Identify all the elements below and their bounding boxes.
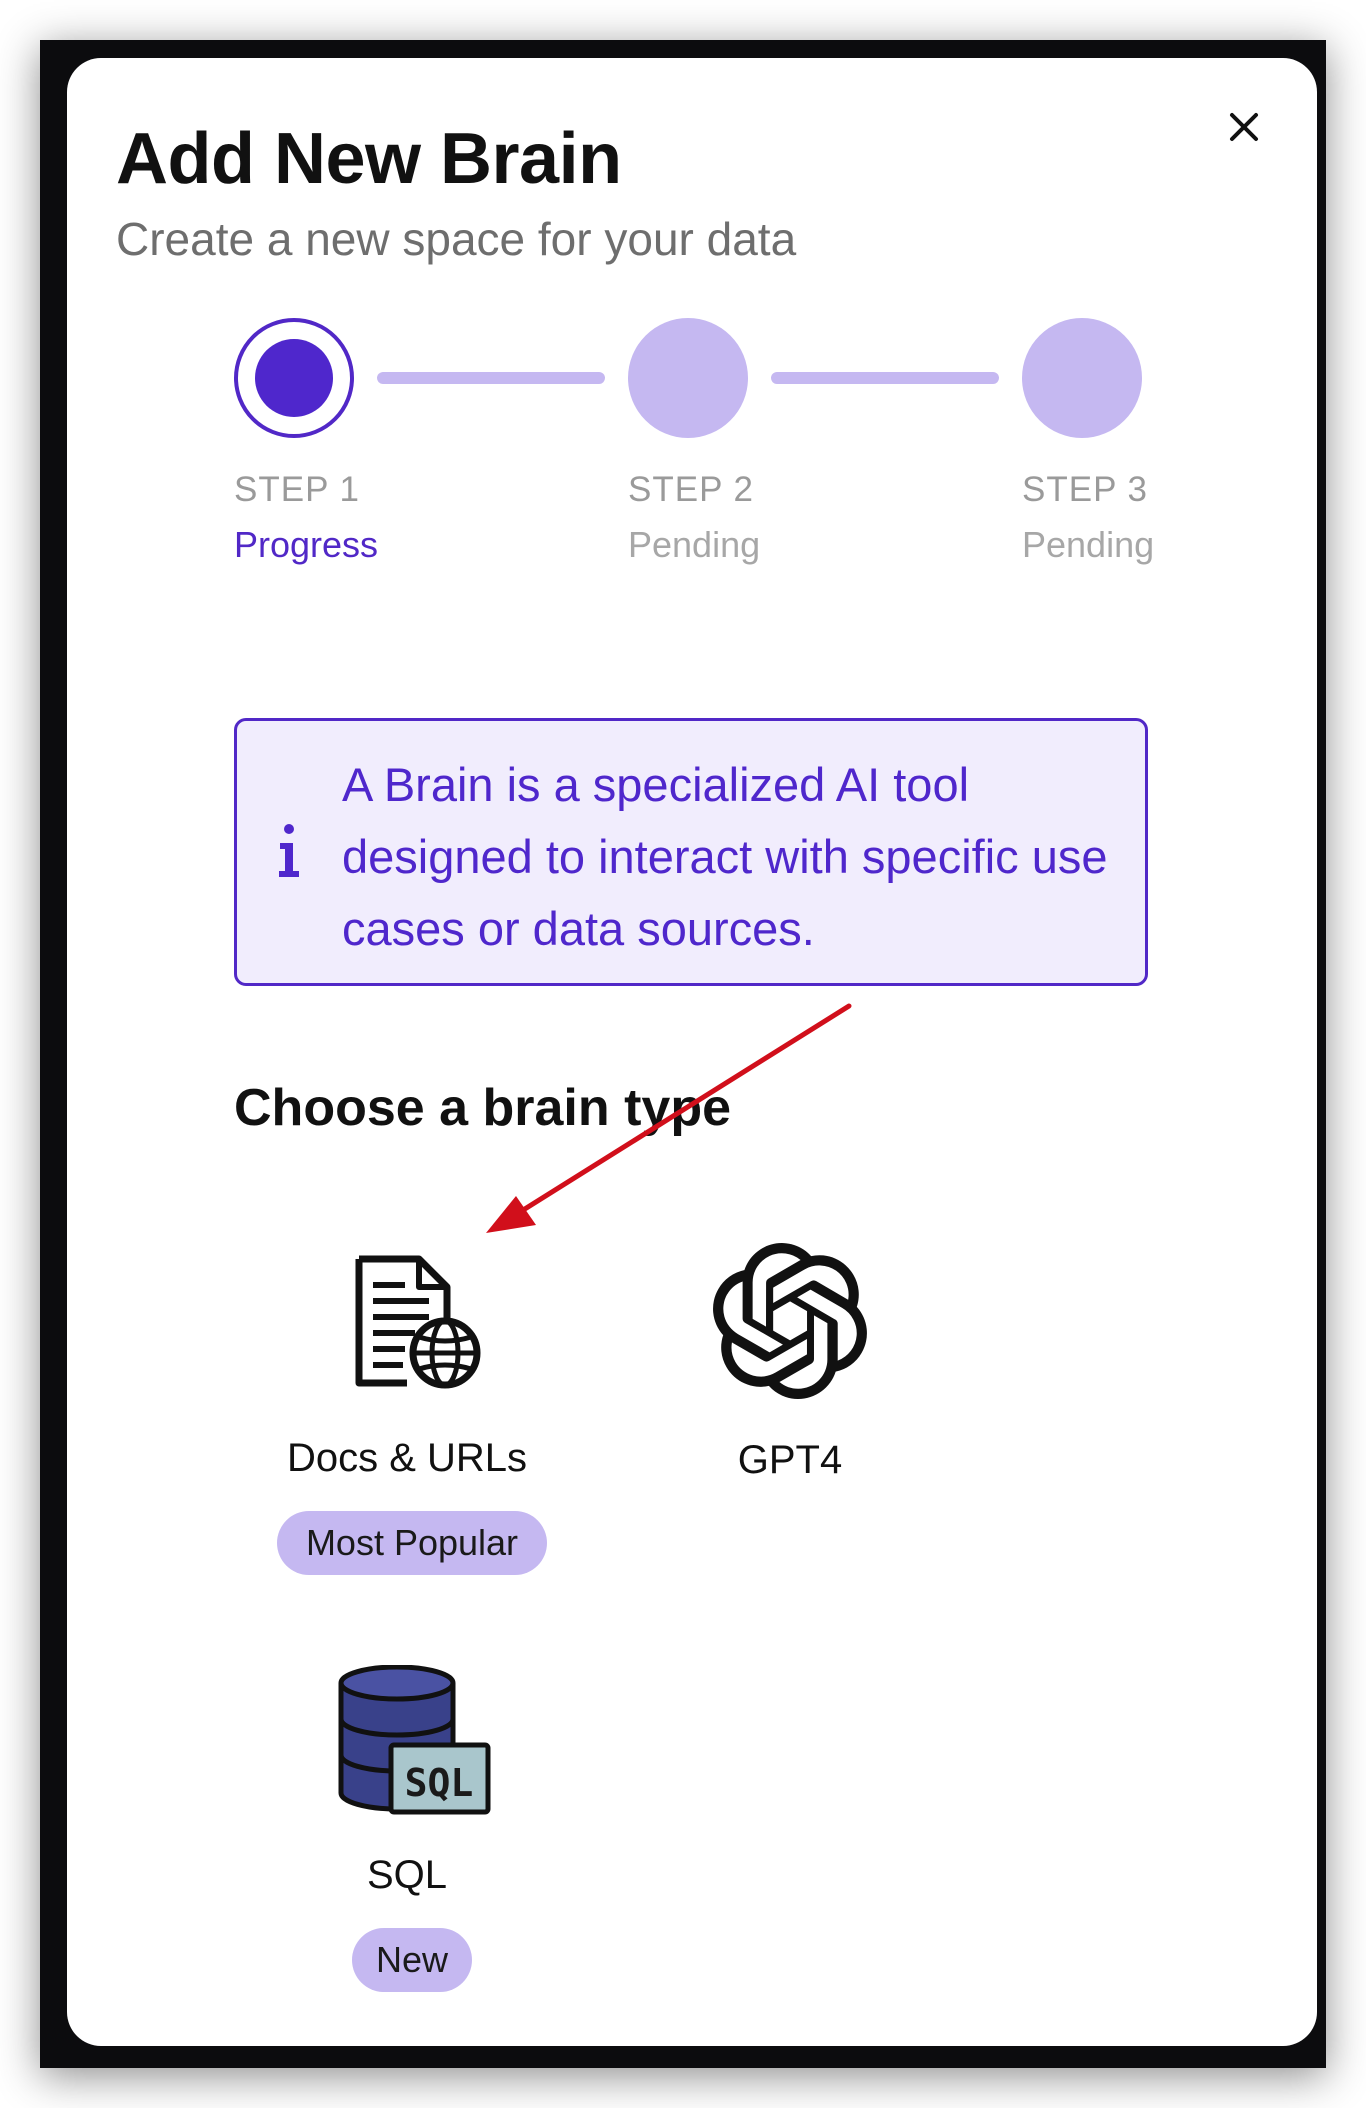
sql-database-icon: SQL xyxy=(338,1665,491,1815)
step-2-indicator xyxy=(628,318,748,438)
brain-type-sql[interactable]: SQL SQL New xyxy=(267,1603,607,2023)
step-3-status: Pending xyxy=(1022,524,1155,565)
info-callout: A Brain is a specialized AI tool designe… xyxy=(234,718,1148,986)
step-1-label: STEP 1 xyxy=(234,470,360,509)
brain-type-gpt4[interactable]: GPT4 xyxy=(687,1183,927,1503)
sql-icon-text: SQL xyxy=(405,1761,474,1805)
step-3-indicator xyxy=(1022,318,1142,438)
step-1-indicator xyxy=(234,318,354,438)
stepper: STEP 1 Progress STEP 2 Pending STEP 3 Pe… xyxy=(67,58,1317,578)
step-connector xyxy=(377,372,605,384)
step-3-label: STEP 3 xyxy=(1022,470,1148,509)
brain-type-label: Docs & URLs xyxy=(286,1436,528,1480)
new-badge: New xyxy=(352,1928,472,1992)
document-globe-icon xyxy=(355,1255,481,1389)
brain-type-docs-urls[interactable]: Docs & URLs Most Popular xyxy=(267,1183,607,1603)
openai-icon xyxy=(713,1243,867,1399)
step-2-status: Pending xyxy=(628,524,761,565)
info-text: A Brain is a specialized AI tool designe… xyxy=(342,758,1108,955)
brain-type-heading: Choose a brain type xyxy=(234,1079,731,1137)
brain-type-label: SQL xyxy=(366,1853,448,1897)
step-1-status: Progress xyxy=(234,524,379,565)
most-popular-badge: Most Popular xyxy=(277,1511,547,1575)
step-2-label: STEP 2 xyxy=(628,470,754,509)
add-brain-modal: Add New Brain Create a new space for you… xyxy=(67,58,1317,2046)
step-connector xyxy=(771,372,999,384)
info-icon xyxy=(279,824,299,877)
brain-type-label: GPT4 xyxy=(737,1438,843,1482)
